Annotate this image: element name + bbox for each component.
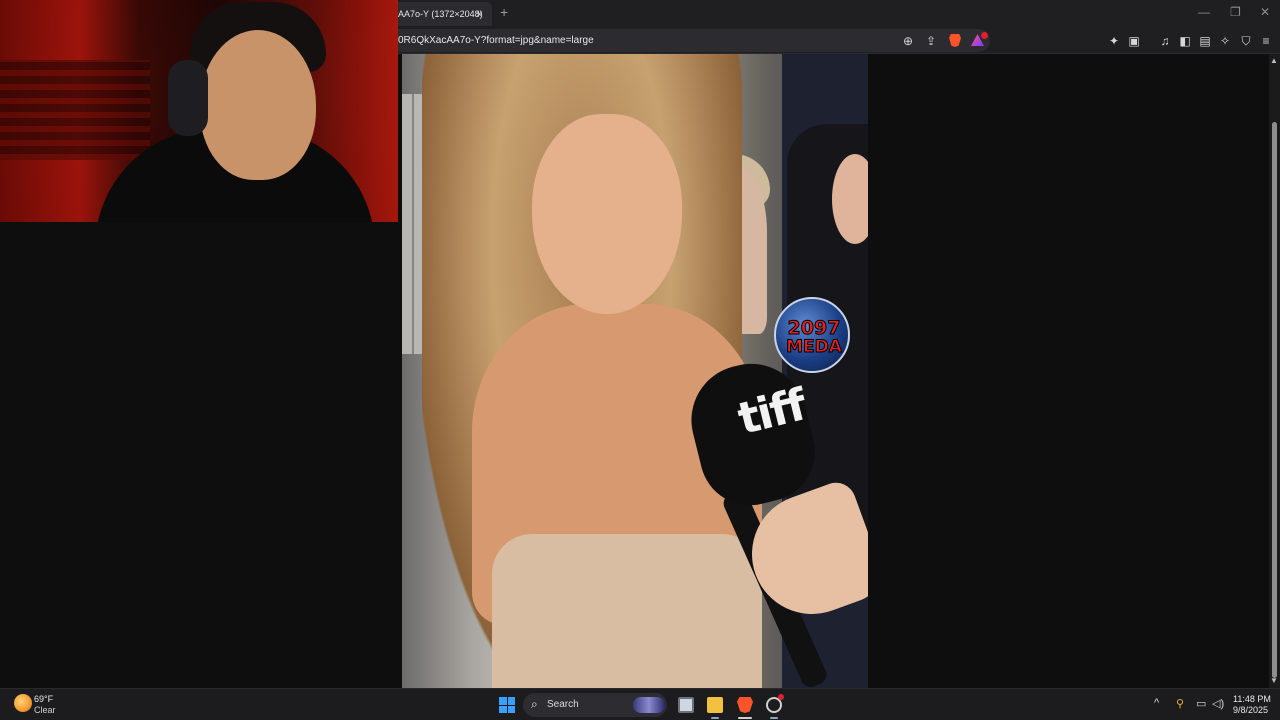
scroll-down-icon[interactable]: ▼	[1270, 676, 1278, 685]
taskbar: 69°F Clear ⌕ Search ^ ⚲ ▭ ◁) 11:48 PM 9/…	[0, 688, 1280, 720]
task-view-icon[interactable]	[678, 697, 694, 713]
webcam-overlay	[0, 0, 398, 222]
url-field[interactable]: 0R6QkXacAA7o-Y?format=jpg&name=large ⊕ ⇪	[398, 29, 990, 52]
clock-date[interactable]: 9/8/2025	[1233, 705, 1268, 715]
media-icon[interactable]: ♫	[1158, 34, 1172, 48]
windows-logo-pane	[507, 705, 515, 713]
tab-close-icon[interactable]: ×	[476, 2, 483, 26]
photo-subject-face	[532, 114, 682, 314]
sidebar-icon[interactable]: ◧	[1178, 34, 1192, 48]
share-icon[interactable]: ⇪	[924, 34, 938, 48]
translate-icon[interactable]: ▣	[1127, 34, 1141, 48]
screen: AA7o-Y (1372×2048) × + — ❐ ✕ 0R6QkXacAA7…	[0, 0, 1280, 720]
windows-logo-pane	[499, 705, 507, 713]
zoom-icon[interactable]: ⊕	[901, 34, 915, 48]
leo-ai-icon[interactable]: ✧	[1218, 34, 1232, 48]
windows-logo-pane	[507, 697, 515, 705]
brave-shields-icon[interactable]	[949, 34, 961, 47]
weather-icon[interactable]	[14, 694, 32, 712]
network-icon[interactable]: ▭	[1196, 697, 1206, 710]
scrollbar[interactable]: ▲ ▼	[1269, 54, 1280, 688]
extensions-icon[interactable]: ✦	[1107, 34, 1121, 48]
weather-condition[interactable]: Clear	[34, 705, 56, 715]
search-icon: ⌕	[531, 697, 538, 711]
tab-image[interactable]: AA7o-Y (1372×2048) ×	[398, 2, 492, 26]
running-indicator	[770, 717, 778, 719]
streamer-face	[200, 30, 316, 180]
minimize-button[interactable]: —	[1198, 5, 1210, 19]
volume-icon[interactable]: ◁)	[1212, 697, 1224, 710]
scroll-thumb[interactable]	[1272, 122, 1277, 678]
windows-logo-pane	[499, 697, 507, 705]
microphone-tray-icon[interactable]: ⚲	[1176, 697, 1184, 710]
vpn-icon[interactable]: ⛉	[1239, 34, 1253, 48]
address-bar: 0R6QkXacAA7o-Y?format=jpg&name=large ⊕ ⇪…	[398, 28, 1280, 54]
logo-line-1: 2097	[787, 317, 841, 340]
watermark-logo: 2097 MEDA	[774, 297, 850, 373]
url-text[interactable]: 0R6QkXacAA7o-Y?format=jpg&name=large	[398, 35, 594, 46]
webcam-shelf	[0, 60, 150, 160]
rewards-badge	[981, 32, 988, 39]
weather-temperature[interactable]: 69°F	[34, 694, 53, 704]
search-label: Search	[547, 699, 579, 710]
microphone-label: tiff	[733, 379, 810, 446]
new-tab-button[interactable]: +	[500, 4, 508, 20]
scroll-up-icon[interactable]: ▲	[1270, 56, 1278, 65]
file-explorer-icon[interactable]	[707, 697, 723, 713]
obs-recording-dot	[778, 694, 784, 700]
running-indicator	[711, 717, 719, 719]
headphone	[168, 60, 208, 136]
clock-time[interactable]: 11:48 PM	[1233, 694, 1271, 704]
taskbar-search[interactable]: ⌕ Search	[523, 693, 667, 717]
search-highlight-icon	[633, 697, 665, 713]
tab-bar: AA7o-Y (1372×2048) × + — ❐ ✕	[398, 0, 1280, 28]
tab-title: AA7o-Y (1372×2048)	[398, 9, 483, 19]
brave-browser-icon[interactable]	[737, 697, 753, 713]
menu-icon[interactable]: ≡	[1259, 34, 1273, 48]
active-indicator	[738, 717, 752, 719]
start-button[interactable]	[499, 697, 515, 713]
wallet-icon[interactable]: ▤	[1198, 34, 1212, 48]
logo-line-2: MEDA	[786, 337, 843, 358]
photo-subject-dress	[492, 534, 762, 688]
tray-overflow-icon[interactable]: ^	[1154, 697, 1159, 709]
photo: tiff 2097 MEDA	[402, 54, 868, 688]
restore-button[interactable]: ❐	[1230, 5, 1241, 19]
close-window-button[interactable]: ✕	[1260, 5, 1270, 19]
